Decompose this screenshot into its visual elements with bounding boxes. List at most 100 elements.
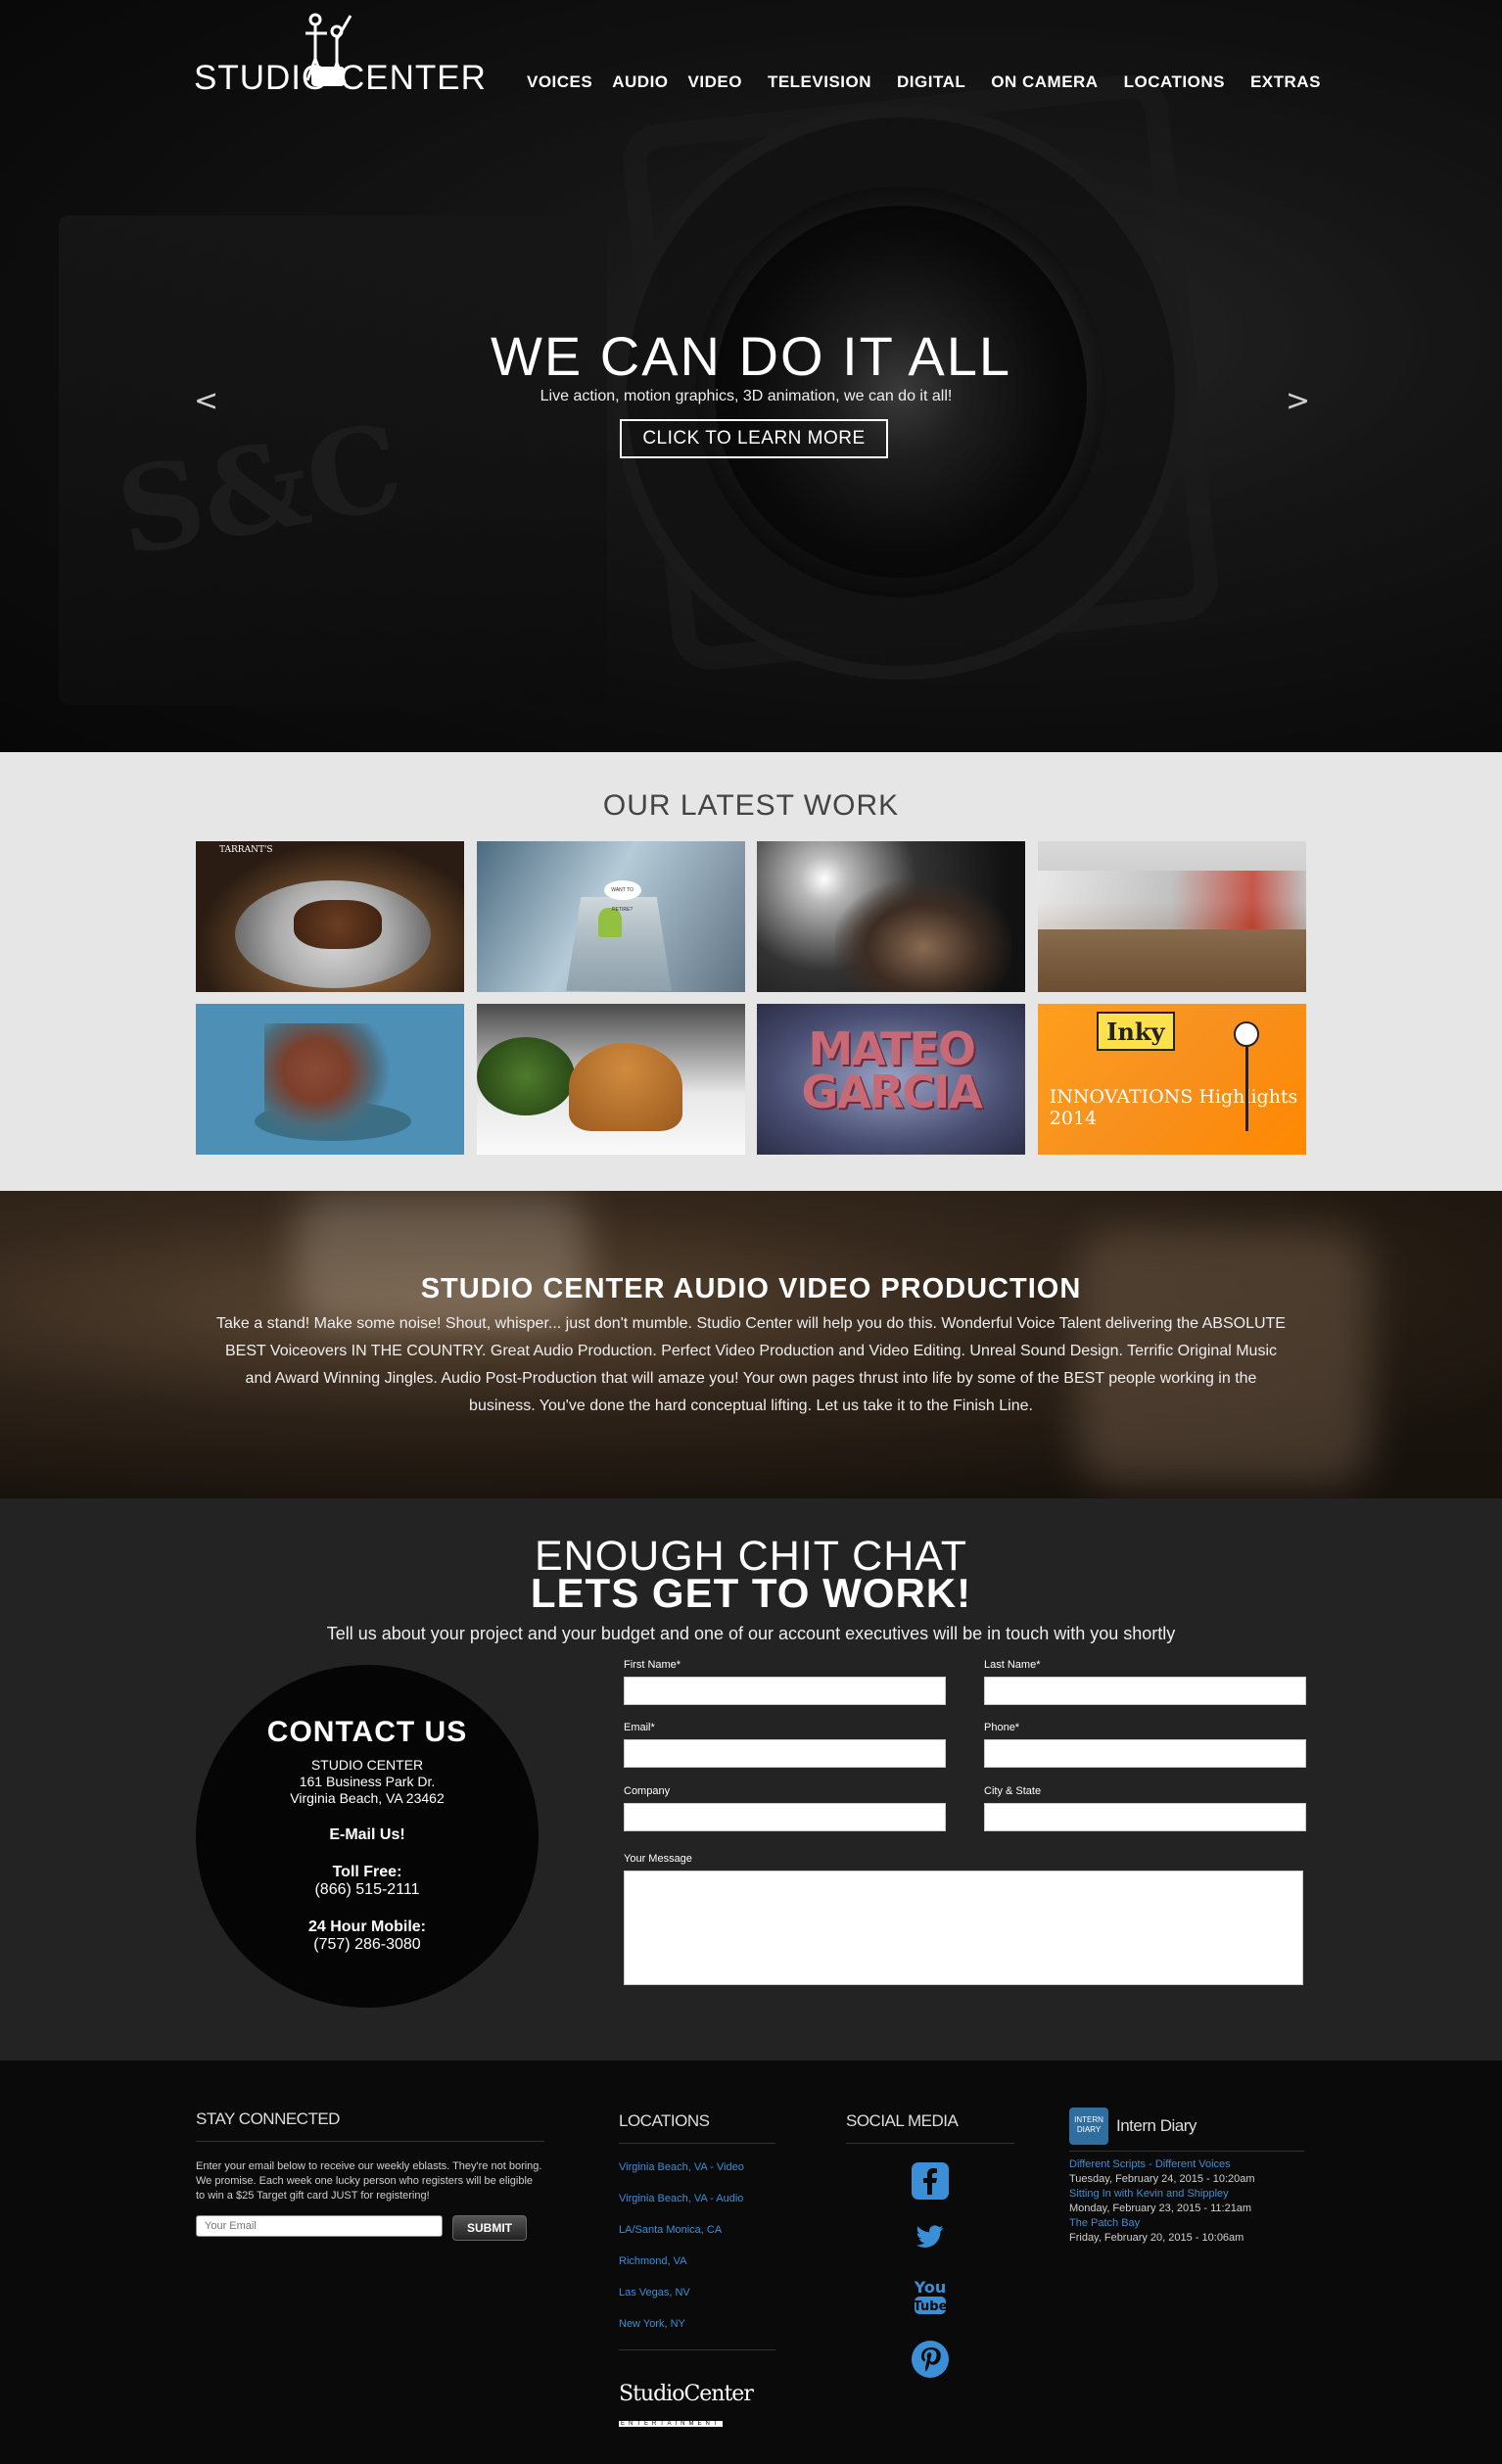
work-thumb-retire[interactable]: WANT TO RETIRE? bbox=[476, 841, 745, 992]
message-label: Your Message bbox=[624, 1853, 692, 1865]
diary-entry: Sitting In with Kevin and Shippley Monda… bbox=[1069, 2187, 1304, 2216]
work-thumb-photoshoot[interactable] bbox=[757, 841, 1026, 992]
contact-section: ENOUGH CHIT CHAT LETS GET TO WORK! Tell … bbox=[0, 1498, 1502, 2061]
nav-on-camera[interactable]: ON CAMERA bbox=[991, 72, 1098, 92]
thumb-label: Inky bbox=[1096, 1012, 1175, 1051]
work-thumb-mateo-garcia[interactable]: MATEO GARCIA bbox=[757, 1004, 1026, 1155]
nav-voices[interactable]: VOICES bbox=[527, 72, 592, 92]
logo-wordmark: STUDIO CENTER bbox=[194, 59, 487, 97]
work-grid: TARRANT'S WANT TO RETIRE? MATEO GARCIA I… bbox=[196, 841, 1306, 1155]
svg-text:You: You bbox=[914, 2278, 947, 2297]
contact-info-circle: CONTACT US STUDIO CENTER 161 Business Pa… bbox=[196, 1665, 539, 2008]
first-name-label: First Name* bbox=[624, 1659, 681, 1671]
diary-entry-date: Monday, February 23, 2015 - 11:21am bbox=[1069, 2203, 1252, 2214]
nav-locations[interactable]: LOCATIONS bbox=[1124, 72, 1225, 92]
intern-diary-icon: INTERN DIARY bbox=[1069, 2108, 1108, 2145]
diary-entry: Different Scripts - Different Voices Tue… bbox=[1069, 2157, 1304, 2187]
hero-caption: WE CAN DO IT ALL Live action, motion gra… bbox=[0, 329, 1502, 458]
diary-entry-title[interactable]: Sitting In with Kevin and Shippley bbox=[1069, 2187, 1304, 2202]
contact-heading-2: LETS GET TO WORK! bbox=[530, 1570, 972, 1616]
work-thumb-tarrants[interactable]: TARRANT'S bbox=[196, 841, 464, 992]
thumb-label: MATEO GARCIA bbox=[801, 1022, 983, 1118]
main-nav: VOICES AUDIO VIDEO TELEVISION DIGITAL ON… bbox=[527, 72, 1340, 92]
diary-entry-date: Friday, February 20, 2015 - 10:06am bbox=[1069, 2232, 1244, 2244]
stay-connected-text: Enter your email below to receive our we… bbox=[196, 2160, 542, 2202]
newsletter-submit-button[interactable]: SUBMIT bbox=[452, 2215, 527, 2241]
social-media: SOCIAL MEDIA You Tube bbox=[846, 2111, 1014, 2400]
email-link[interactable]: E-Mail Us! bbox=[196, 1826, 539, 1844]
stay-connected-heading: STAY CONNECTED bbox=[196, 2109, 340, 2128]
locations-heading: LOCATIONS bbox=[619, 2111, 710, 2130]
latest-work-section: OUR LATEST WORK TARRANT'S WANT TO RETIRE… bbox=[0, 752, 1502, 1191]
learn-more-button[interactable]: CLICK TO LEARN MORE bbox=[620, 419, 888, 458]
studio-center-logo[interactable]: STUDIO CENTER bbox=[194, 10, 486, 98]
intern-diary: INTERN DIARY Intern Diary Different Scri… bbox=[1069, 2108, 1304, 2246]
thumb-label: INNOVATIONS Highlights 2014 bbox=[1049, 1086, 1298, 1129]
contact-intro: Tell us about your project and your budg… bbox=[326, 1624, 1176, 1643]
mobile-number[interactable]: (757) 286-3080 bbox=[196, 1936, 539, 1954]
footer: STAY CONNECTED Enter your email below to… bbox=[0, 2061, 1502, 2464]
work-thumb-burger[interactable] bbox=[476, 1004, 745, 1155]
contact-us-title: CONTACT US bbox=[266, 1716, 468, 1748]
phone-field[interactable] bbox=[984, 1739, 1306, 1768]
footer-brand-name: StudioCenter bbox=[619, 2382, 754, 2406]
hero-subtitle: Live action, motion graphics, 3D animati… bbox=[540, 388, 953, 404]
nav-audio[interactable]: AUDIO bbox=[612, 72, 668, 92]
message-field[interactable] bbox=[624, 1871, 1303, 1985]
location-link[interactable]: LA/Santa Monica, CA bbox=[619, 2224, 775, 2236]
email-label: Email* bbox=[624, 1722, 655, 1733]
pinterest-icon[interactable] bbox=[911, 2340, 950, 2379]
work-thumb-mermaid[interactable] bbox=[196, 1004, 464, 1155]
nav-digital[interactable]: DIGITAL bbox=[897, 72, 965, 92]
first-name-group: First Name* bbox=[624, 1659, 946, 1705]
location-link[interactable]: New York, NY bbox=[619, 2318, 775, 2330]
diary-entry: The Patch Bay Friday, February 20, 2015 … bbox=[1069, 2216, 1304, 2246]
production-section: STUDIO CENTER AUDIO VIDEO PRODUCTION Tak… bbox=[0, 1191, 1502, 1498]
location-link[interactable]: Richmond, VA bbox=[619, 2255, 775, 2267]
twitter-icon[interactable] bbox=[911, 2222, 950, 2251]
youtube-icon[interactable]: You Tube bbox=[911, 2273, 950, 2318]
last-name-field[interactable] bbox=[984, 1677, 1306, 1705]
email-field[interactable] bbox=[624, 1739, 946, 1768]
city-state-label: City & State bbox=[984, 1785, 1042, 1797]
locations-list: Virginia Beach, VA - Video Virginia Beac… bbox=[619, 2161, 775, 2330]
last-name-group: Last Name* bbox=[984, 1659, 1306, 1705]
hero-slider: S&C STUDIO CENTER VOICES AUDIO VIDEO TEL… bbox=[0, 0, 1502, 752]
footer-brand-logo[interactable]: StudioCenter ENTERTAINMENT bbox=[619, 2382, 775, 2431]
first-name-field[interactable] bbox=[624, 1677, 946, 1705]
phone-label: Phone* bbox=[984, 1722, 1020, 1733]
location-link[interactable]: Virginia Beach, VA - Audio bbox=[619, 2193, 775, 2204]
message-group: Your Message bbox=[624, 1853, 1303, 1985]
location-link[interactable]: Virginia Beach, VA - Video bbox=[619, 2161, 775, 2173]
work-thumb-inky[interactable]: Inky INNOVATIONS Highlights 2014 bbox=[1037, 1004, 1306, 1155]
nav-video[interactable]: VIDEO bbox=[688, 72, 742, 92]
work-thumb-office[interactable] bbox=[1037, 841, 1306, 992]
company-name: STUDIO CENTER bbox=[310, 1757, 424, 1773]
email-group: Email* bbox=[624, 1722, 946, 1768]
city-state-group: City & State bbox=[984, 1785, 1306, 1831]
nav-television[interactable]: TELEVISION bbox=[768, 72, 871, 92]
toll-free-label: Toll Free: bbox=[332, 1864, 402, 1880]
diary-entry-date: Tuesday, February 24, 2015 - 10:20am bbox=[1069, 2173, 1255, 2185]
nav-extras[interactable]: EXTRAS bbox=[1250, 72, 1321, 92]
company-group: Company bbox=[624, 1785, 946, 1831]
stay-connected: STAY CONNECTED Enter your email below to… bbox=[196, 2109, 544, 2241]
social-heading: SOCIAL MEDIA bbox=[846, 2111, 959, 2130]
intern-diary-heading: Intern Diary bbox=[1116, 2116, 1197, 2135]
thumb-label: WANT TO RETIRE? bbox=[603, 880, 641, 913]
city-state-field[interactable] bbox=[984, 1803, 1306, 1831]
diary-entry-title[interactable]: Different Scripts - Different Voices bbox=[1069, 2157, 1304, 2172]
facebook-icon[interactable] bbox=[911, 2161, 950, 2201]
company-field[interactable] bbox=[624, 1803, 946, 1831]
latest-work-heading: OUR LATEST WORK bbox=[602, 789, 900, 822]
diary-entry-title[interactable]: The Patch Bay bbox=[1069, 2216, 1304, 2231]
newsletter-email-input[interactable] bbox=[196, 2215, 443, 2237]
location-link[interactable]: Las Vegas, NV bbox=[619, 2287, 775, 2298]
phone-group: Phone* bbox=[984, 1722, 1306, 1768]
svg-text:Tube: Tube bbox=[914, 2299, 948, 2314]
production-heading: STUDIO CENTER AUDIO VIDEO PRODUCTION bbox=[420, 1273, 1082, 1304]
company-label: Company bbox=[624, 1785, 671, 1797]
footer-brand-tag: ENTERTAINMENT bbox=[619, 2421, 724, 2427]
address-line-1: 161 Business Park Dr. bbox=[299, 1774, 436, 1789]
toll-free-number[interactable]: (866) 515-2111 bbox=[196, 1881, 539, 1899]
